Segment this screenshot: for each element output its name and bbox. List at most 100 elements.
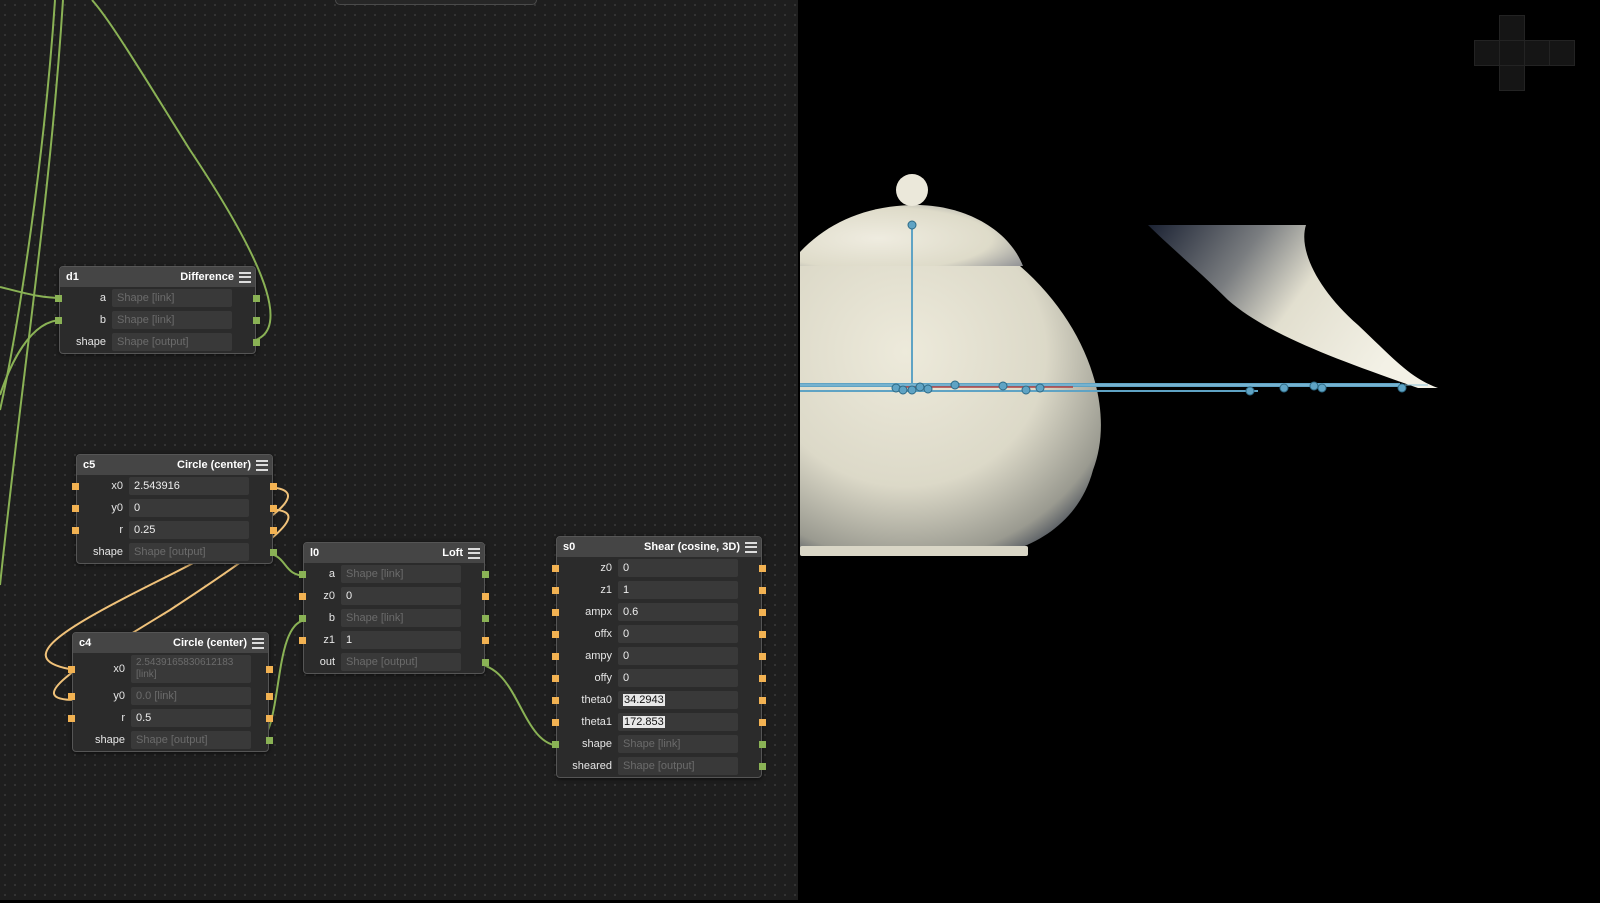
- input-port-theta1[interactable]: [552, 718, 559, 726]
- param-field-b[interactable]: Shape [link]: [112, 311, 232, 329]
- node-header[interactable]: d1 Difference: [60, 267, 255, 287]
- input-port-offy[interactable]: [552, 674, 559, 682]
- hamburger-menu-icon[interactable]: [256, 459, 268, 471]
- nav-cube-bottom[interactable]: [1499, 65, 1525, 91]
- control-point: [998, 381, 1008, 391]
- node-c5-circle-center[interactable]: c5 Circle (center) x0 2.543916 y0 0 r 0.…: [72, 454, 277, 564]
- param-field-theta1[interactable]: 172.853: [618, 713, 738, 731]
- param-field-r[interactable]: 0.5: [131, 709, 251, 727]
- input-port-z1[interactable]: [552, 586, 559, 594]
- param-field-z1[interactable]: 1: [618, 581, 738, 599]
- input-port-theta0[interactable]: [552, 696, 559, 704]
- input-port-z0[interactable]: [299, 592, 306, 600]
- hamburger-menu-icon[interactable]: [468, 547, 480, 559]
- output-port-r[interactable]: [266, 714, 273, 722]
- node-l0-loft[interactable]: l0 Loft a Shape [link] z0 0 b Shape [lin…: [299, 542, 489, 674]
- nav-cube-top[interactable]: [1499, 15, 1525, 41]
- input-port-x0[interactable]: [72, 482, 79, 490]
- param-field-ampx[interactable]: 0.6: [618, 603, 738, 621]
- param-field-a[interactable]: Shape [link]: [112, 289, 232, 307]
- input-port-ampy[interactable]: [552, 652, 559, 660]
- param-label: z1: [323, 634, 335, 646]
- output-port-shape[interactable]: [270, 548, 277, 556]
- output-port-a[interactable]: [253, 294, 260, 302]
- output-port-b[interactable]: [482, 614, 489, 622]
- input-port-a[interactable]: [55, 294, 62, 302]
- nav-cube-back[interactable]: [1549, 40, 1575, 66]
- param-field-shape[interactable]: Shape [link]: [618, 735, 738, 753]
- output-port-ampx[interactable]: [759, 608, 766, 616]
- output-port-y0[interactable]: [270, 504, 277, 512]
- output-port-ampy[interactable]: [759, 652, 766, 660]
- output-port-z1[interactable]: [482, 636, 489, 644]
- hamburger-menu-icon[interactable]: [745, 541, 757, 553]
- control-point: [1279, 383, 1289, 393]
- param-field-z0[interactable]: 0: [341, 587, 461, 605]
- input-port-b[interactable]: [55, 316, 62, 324]
- output-port-z1[interactable]: [759, 586, 766, 594]
- input-port-y0[interactable]: [68, 692, 75, 700]
- param-field-z0[interactable]: 0: [618, 559, 738, 577]
- input-port-y0[interactable]: [72, 504, 79, 512]
- param-field-y0[interactable]: 0.0 [link]: [131, 687, 251, 705]
- node-c4-circle-center[interactable]: c4 Circle (center) x0 2.5439165830612183…: [68, 632, 273, 752]
- input-port-r[interactable]: [68, 714, 75, 722]
- output-port-a[interactable]: [482, 570, 489, 578]
- output-port-out[interactable]: [482, 658, 489, 666]
- output-port-b[interactable]: [253, 316, 260, 324]
- input-port-z0[interactable]: [552, 564, 559, 572]
- nav-cube-left[interactable]: [1474, 40, 1500, 66]
- output-port-shape[interactable]: [253, 338, 260, 346]
- input-port-ampx[interactable]: [552, 608, 559, 616]
- input-port-x0[interactable]: [68, 665, 75, 673]
- 3d-viewport[interactable]: [798, 0, 1600, 900]
- input-port-offx[interactable]: [552, 630, 559, 638]
- output-port-sheared[interactable]: [759, 762, 766, 770]
- node-header[interactable]: c4 Circle (center): [73, 633, 268, 653]
- output-port-y0[interactable]: [266, 692, 273, 700]
- 3d-model-render[interactable]: [798, 0, 1600, 900]
- view-navigation-cube-icon[interactable]: [1474, 14, 1576, 92]
- output-port-z0[interactable]: [759, 564, 766, 572]
- param-field-r[interactable]: 0.25: [129, 521, 249, 539]
- param-field-b[interactable]: Shape [link]: [341, 609, 461, 627]
- node-header[interactable]: c5 Circle (center): [77, 455, 272, 475]
- nav-cube-front[interactable]: [1499, 40, 1525, 66]
- param-field-ampy[interactable]: 0: [618, 647, 738, 665]
- node-header[interactable]: s0 Shear (cosine, 3D): [557, 537, 761, 557]
- control-point: [1245, 386, 1255, 396]
- output-port-z0[interactable]: [482, 592, 489, 600]
- param-label: y0: [111, 502, 123, 514]
- output-port-offy[interactable]: [759, 674, 766, 682]
- input-port-b[interactable]: [299, 614, 306, 622]
- output-port-r[interactable]: [270, 526, 277, 534]
- output-port-offx[interactable]: [759, 630, 766, 638]
- param-field-z1[interactable]: 1: [341, 631, 461, 649]
- node-graph-canvas[interactable]: d1 Difference a Shape [link] b Shape [li…: [0, 0, 798, 900]
- hamburger-menu-icon[interactable]: [252, 637, 264, 649]
- param-field-a[interactable]: Shape [link]: [341, 565, 461, 583]
- param-field-x0[interactable]: 2.543916: [129, 477, 249, 495]
- output-port-x0[interactable]: [270, 482, 277, 490]
- output-port-theta1[interactable]: [759, 718, 766, 726]
- input-port-r[interactable]: [72, 526, 79, 534]
- input-port-shape[interactable]: [552, 740, 559, 748]
- output-port-shape[interactable]: [266, 736, 273, 744]
- output-port-theta0[interactable]: [759, 696, 766, 704]
- param-field-offx[interactable]: 0: [618, 625, 738, 643]
- input-port-z1[interactable]: [299, 636, 306, 644]
- output-port-x0[interactable]: [266, 665, 273, 673]
- node-d1-difference[interactable]: d1 Difference a Shape [link] b Shape [li…: [55, 266, 260, 354]
- param-row-offx: offx 0: [552, 623, 766, 645]
- node-s0-shear-cosine-3d[interactable]: s0 Shear (cosine, 3D) z0 0 z1 1 ampx 0.6…: [552, 536, 766, 778]
- output-port-shape[interactable]: [759, 740, 766, 748]
- param-field-offy[interactable]: 0: [618, 669, 738, 687]
- param-field-y0[interactable]: 0: [129, 499, 249, 517]
- node-header[interactable]: l0 Loft: [304, 543, 484, 563]
- nav-cube-right[interactable]: [1524, 40, 1550, 66]
- input-port-a[interactable]: [299, 570, 306, 578]
- param-row-x0: x0 2.5439165830612183 [link]: [68, 653, 273, 685]
- param-field-theta0[interactable]: 34.2943: [618, 691, 738, 709]
- param-field-x0[interactable]: 2.5439165830612183 [link]: [131, 655, 251, 683]
- hamburger-menu-icon[interactable]: [239, 271, 251, 283]
